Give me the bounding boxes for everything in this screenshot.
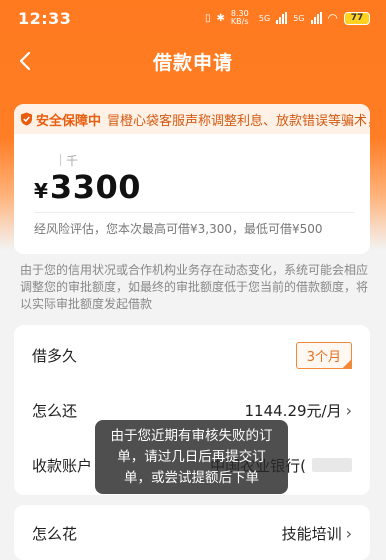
safety-tag-label: 安全保障中	[36, 113, 102, 129]
toast-line-3: 单，或尝试提额后下单	[124, 469, 259, 486]
net-speed: 8.30 KB/s	[230, 9, 249, 26]
amount-input[interactable]: ¥ 3300	[34, 168, 141, 206]
signal-label-2: 5G	[293, 13, 305, 23]
chevron-right-icon: ›	[345, 400, 352, 420]
credit-disclaimer: 由于您的信用状况或合作机构业务存在动态变化，系统可能会相应调整您的审批额度，如最…	[20, 263, 369, 311]
duration-value: 3个月	[306, 349, 341, 365]
duration-option[interactable]: 3个月	[295, 341, 352, 369]
signal-icon-2	[310, 12, 322, 24]
vibrate-icon: ▯	[205, 12, 211, 24]
back-button[interactable]	[10, 46, 40, 76]
repayment-value: 1144.29元/月	[244, 401, 342, 420]
wifi-icon: ◠	[327, 11, 338, 25]
bluetooth-icon: ✱	[216, 12, 225, 24]
status-icons: ▯ ✱ 8.30 KB/s 5G 5G ◠ 77	[205, 10, 370, 26]
selected-corner-icon	[342, 358, 352, 369]
status-time: 12:33	[18, 8, 72, 28]
shield-icon	[21, 112, 32, 126]
chevron-right-icon: ›	[345, 523, 352, 543]
toast-message: 由于您近期有审核失败的订 单，请过几日后再提交订 单，或尝试提额后下单	[95, 420, 288, 494]
usage-value-group: 技能培训 ›	[282, 523, 352, 544]
currency-symbol: ¥	[34, 179, 48, 203]
battery-level: 77	[350, 13, 364, 23]
usage-label: 怎么花	[32, 524, 78, 543]
nav-bar: 借款申请	[0, 40, 386, 82]
toast-line-1: 由于您近期有审核失败的订	[110, 427, 273, 444]
chevron-left-icon	[19, 51, 31, 71]
duration-label: 借多久	[32, 346, 78, 365]
unit-divider	[60, 154, 61, 166]
signal-label-1: 5G	[258, 13, 271, 23]
battery-icon: 77	[344, 11, 370, 25]
repayment-label: 怎么还	[32, 401, 78, 420]
usage-card: 怎么花 技能培训 ›	[14, 505, 370, 560]
status-bar: 12:33 ▯ ✱ 8.30 KB/s 5G 5G ◠ 77	[0, 0, 386, 36]
amount-divider	[34, 212, 354, 213]
usage-row[interactable]: 怎么花 技能培训 ›	[14, 505, 370, 560]
toast-line-2: 单，请过几日后再提交订	[117, 448, 266, 465]
signal-icon	[276, 12, 288, 24]
amount-unit-label: 千	[66, 154, 79, 168]
safety-scroll-text: 冒橙心袋客服声称调整利息、放款错误等骗术，	[107, 113, 370, 129]
safety-notice-bar[interactable]: 安全保障中 冒橙心袋客服声称调整利息、放款错误等骗术，	[14, 104, 370, 134]
safety-tag: 安全保障中	[20, 110, 101, 129]
amount-card: 安全保障中 冒橙心袋客服声称调整利息、放款错误等骗术， 千 ¥ 3300 经风险…	[14, 104, 370, 254]
usage-value: 技能培训	[281, 524, 342, 543]
page-title: 借款申请	[152, 51, 233, 74]
duration-row[interactable]: 借多久 3个月	[14, 327, 370, 383]
amount-range-note: 经风险评估，您本次最高可借¥3,300，最低可借¥500	[34, 222, 323, 236]
masked-account-number	[312, 458, 352, 472]
amount-value: 3300	[49, 168, 141, 206]
repayment-value-group: 1144.29元/月 ›	[245, 400, 353, 421]
account-label: 收款账户	[32, 456, 93, 475]
